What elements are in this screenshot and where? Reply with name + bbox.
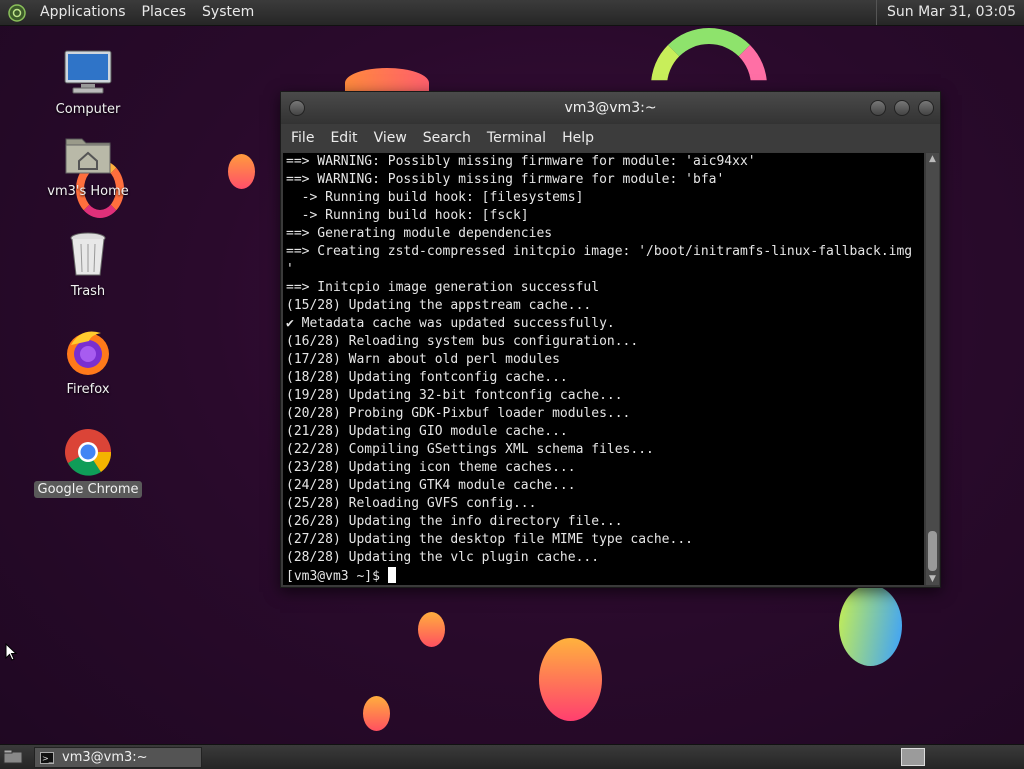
top-panel: Applications Places System Sun Mar 31, 0… bbox=[0, 0, 1024, 26]
workspace-switcher[interactable] bbox=[901, 748, 925, 766]
wallpaper-bubble bbox=[418, 612, 445, 647]
computer-icon bbox=[64, 50, 112, 94]
terminal-line: -> Running build hook: [filesystems] bbox=[286, 190, 584, 205]
wallpaper-bubble bbox=[228, 154, 255, 189]
desktop-icon-label: Trash bbox=[70, 284, 106, 299]
mouse-pointer-icon bbox=[5, 643, 17, 661]
terminal-line: -> Running build hook: [fsck] bbox=[286, 208, 529, 223]
terminal-prompt: [vm3@vm3 ~]$ bbox=[286, 569, 388, 584]
menu-system[interactable]: System bbox=[194, 0, 262, 25]
home-folder-icon bbox=[65, 138, 111, 174]
terminal-prompt-line[interactable]: [vm3@vm3 ~]$ bbox=[283, 567, 924, 585]
desktop-icon-chrome[interactable]: Google Chrome bbox=[33, 425, 143, 498]
terminal-cursor bbox=[387, 567, 396, 583]
terminal-line: (22/28) Compiling GSettings XML schema f… bbox=[286, 442, 654, 457]
desktop-icon-label: vm3's Home bbox=[47, 184, 129, 199]
terminal-line: (26/28) Updating the info directory file… bbox=[286, 514, 623, 529]
chrome-icon bbox=[65, 429, 112, 476]
menu-search[interactable]: Search bbox=[415, 130, 479, 146]
terminal-line: (28/28) Updating the vlc plugin cache... bbox=[286, 550, 600, 565]
terminal-line: ✔ Metadata cache was updated successfull… bbox=[286, 316, 615, 331]
terminal-menubar: File Edit View Search Terminal Help bbox=[281, 124, 940, 152]
show-desktop-icon[interactable] bbox=[3, 749, 23, 764]
terminal-line: ==> Creating zstd-compressed initcpio im… bbox=[286, 244, 913, 259]
terminal-line: (25/28) Reloading GVFS config... bbox=[286, 496, 537, 511]
terminal-line: ' bbox=[286, 262, 294, 277]
firefox-icon bbox=[67, 331, 109, 375]
window-title: vm3@vm3:~ bbox=[564, 100, 657, 116]
desktop-icon-label: Computer bbox=[55, 102, 121, 117]
terminal-output[interactable]: ==> WARNING: Possibly missing firmware f… bbox=[283, 153, 924, 585]
terminal-line: (15/28) Updating the appstream cache... bbox=[286, 298, 592, 313]
terminal-line: (20/28) Probing GDK-Pixbuf loader module… bbox=[286, 406, 631, 421]
wallpaper-bubble bbox=[839, 585, 902, 666]
menu-view[interactable]: View bbox=[366, 130, 415, 146]
terminal-line: (24/28) Updating GTK4 module cache... bbox=[286, 478, 576, 493]
trash-icon bbox=[70, 232, 106, 276]
bottom-panel: >_ vm3@vm3:~ bbox=[0, 744, 1024, 769]
menu-edit[interactable]: Edit bbox=[322, 130, 365, 146]
distro-logo-icon[interactable] bbox=[8, 3, 26, 22]
terminal-line: ==> Generating module dependencies bbox=[286, 226, 553, 241]
terminal-line: (23/28) Updating icon theme caches... bbox=[286, 460, 576, 475]
scrollbar-thumb[interactable] bbox=[928, 531, 937, 571]
menu-terminal[interactable]: Terminal bbox=[479, 130, 554, 146]
terminal-window[interactable]: vm3@vm3:~ File Edit View Search Terminal… bbox=[280, 91, 941, 588]
wallpaper-bubble bbox=[363, 696, 390, 731]
terminal-line: (18/28) Updating fontconfig cache... bbox=[286, 370, 568, 385]
terminal-line: (17/28) Warn about old perl modules bbox=[286, 352, 560, 367]
scroll-down-arrow-icon[interactable]: ▼ bbox=[926, 573, 939, 585]
window-titlebar[interactable]: vm3@vm3:~ bbox=[281, 92, 940, 124]
desktop-icon-computer[interactable]: Computer bbox=[33, 45, 143, 118]
menu-applications[interactable]: Applications bbox=[32, 0, 134, 25]
wallpaper-bubble bbox=[539, 638, 602, 721]
terminal-line: (21/28) Updating GIO module cache... bbox=[286, 424, 568, 439]
menu-file[interactable]: File bbox=[283, 130, 322, 146]
terminal-line: ==> WARNING: Possibly missing firmware f… bbox=[286, 172, 725, 187]
taskbar-window-label: vm3@vm3:~ bbox=[62, 750, 148, 765]
terminal-line: ==> WARNING: Possibly missing firmware f… bbox=[286, 154, 756, 169]
desktop-icon-home[interactable]: vm3's Home bbox=[33, 127, 143, 200]
terminal-line: (19/28) Updating 32-bit fontconfig cache… bbox=[286, 388, 623, 403]
menu-places[interactable]: Places bbox=[134, 0, 195, 25]
desktop-icon-label: Firefox bbox=[66, 382, 110, 397]
scroll-up-arrow-icon[interactable]: ▲ bbox=[926, 153, 939, 165]
terminal-icon: >_ bbox=[40, 751, 54, 764]
terminal-scrollbar[interactable]: ▲ ▼ bbox=[926, 153, 939, 585]
desktop-icon-label: Google Chrome bbox=[33, 481, 143, 498]
desktop-icon-firefox[interactable]: Firefox bbox=[33, 325, 143, 398]
terminal-line: (27/28) Updating the desktop file MIME t… bbox=[286, 532, 693, 547]
terminal-line: ==> Initcpio image generation successful bbox=[286, 280, 600, 295]
menu-help[interactable]: Help bbox=[554, 130, 602, 146]
panel-clock[interactable]: Sun Mar 31, 03:05 bbox=[875, 0, 1024, 25]
taskbar-window-button[interactable]: >_ vm3@vm3:~ bbox=[34, 747, 202, 768]
terminal-line: (16/28) Reloading system bus configurati… bbox=[286, 334, 639, 349]
desktop-icon-trash[interactable]: Trash bbox=[33, 227, 143, 300]
